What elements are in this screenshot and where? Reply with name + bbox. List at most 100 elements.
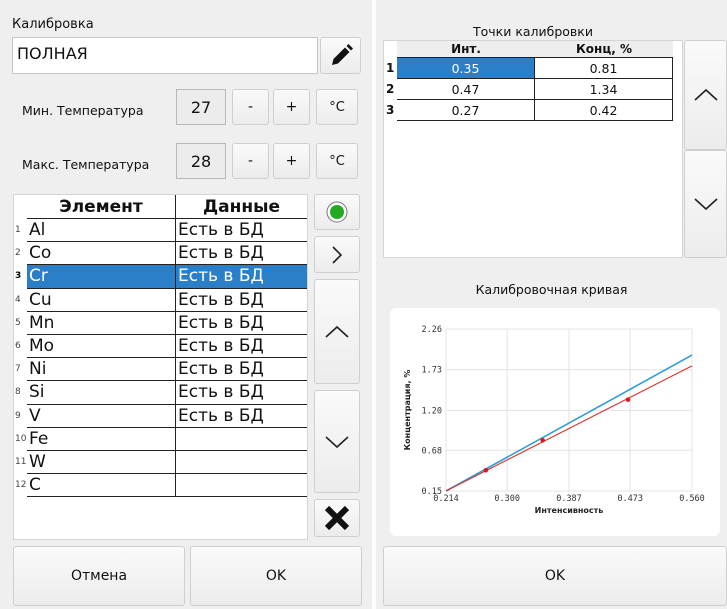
row-number: 7: [14, 358, 27, 382]
table-row[interactable]: 9 V Есть в БД: [14, 404, 307, 428]
element-cell: Co: [27, 242, 176, 266]
y-tick-label: 2.26: [422, 325, 442, 335]
scroll-down-button[interactable]: [314, 390, 360, 493]
data-point: [625, 397, 631, 402]
row-number: 1: [386, 61, 395, 75]
data-cell: Есть в БД: [176, 219, 307, 243]
y-tick-label: 0.15: [422, 487, 442, 497]
table-row[interactable]: 2 0.47 1.34: [384, 79, 682, 100]
data-cell: Есть в БД: [176, 405, 307, 428]
x-tick-label: 0.473: [617, 494, 643, 504]
element-cell: V: [27, 404, 176, 428]
conc-cell: 0.81: [535, 58, 673, 79]
row-number: 1: [14, 219, 27, 243]
header-data: Данные: [176, 195, 307, 219]
data-cell: Есть в БД: [176, 242, 307, 266]
element-cell: Cr: [27, 265, 176, 289]
row-number: 6: [14, 335, 27, 359]
calibration-points-table[interactable]: Инт. Конц, % 1 0.35 0.81 2 0.47 1.34 3 0.27 0.42: [383, 40, 683, 258]
status-button[interactable]: [314, 194, 360, 230]
data-cell: Есть в БД: [176, 335, 307, 359]
calibration-label: Калибровка: [12, 17, 94, 32]
ok-button-right[interactable]: OK: [383, 546, 727, 606]
min-temp-label: Мин. Температура: [22, 103, 144, 118]
data-cell: Есть в БД: [176, 381, 307, 405]
data-point: [540, 438, 545, 443]
row-number: 4: [14, 288, 27, 312]
max-temp-unit-button[interactable]: °C: [316, 143, 358, 179]
data-cell: Есть в БД: [176, 289, 307, 312]
ok-button-left[interactable]: OK: [190, 546, 362, 606]
data-cell: Есть в БД: [176, 312, 307, 335]
table-row[interactable]: 10 Fe: [14, 427, 307, 451]
chevron-down-icon: [325, 435, 349, 448]
table-row[interactable]: 12 C: [14, 474, 307, 498]
row-number: 12: [14, 474, 27, 498]
y-tick-label: 0.68: [422, 446, 442, 456]
min-temp-value: 27: [176, 89, 226, 125]
element-cell: C: [27, 474, 176, 498]
row-number: 3: [14, 265, 27, 289]
next-button[interactable]: [314, 236, 360, 273]
element-cell: Mo: [27, 335, 176, 359]
table-row[interactable]: 2 Co Есть в БД: [14, 242, 307, 266]
element-cell: Fe: [27, 427, 176, 451]
header-conc: Конц, %: [535, 41, 673, 58]
data-point: [483, 467, 489, 473]
table-row[interactable]: 1 Al Есть в БД: [14, 219, 307, 243]
chevron-right-icon: [332, 245, 343, 264]
pencil-icon: [331, 43, 353, 65]
data-cell: Есть в БД: [176, 358, 307, 382]
element-cell: W: [27, 451, 176, 475]
calibration-chart-svg: 0.214 0.300 0.387 0.473 0.5600.150.681.201.7…: [403, 325, 705, 515]
table-row[interactable]: 4 Cu Есть в БД: [14, 288, 307, 312]
table-row[interactable]: 8 Si Есть в БД: [14, 381, 307, 405]
int-cell: 0.47: [397, 79, 535, 100]
row-number: 5: [14, 311, 27, 335]
x-tick-label: 0.560: [679, 494, 705, 504]
points-scroll-up-button[interactable]: [684, 40, 727, 150]
table-row[interactable]: 7 Ni Есть в БД: [14, 358, 307, 382]
row-number: 11: [14, 451, 27, 475]
int-cell: 0.27: [397, 100, 535, 121]
min-temp-plus-button[interactable]: +: [273, 89, 310, 125]
table-row[interactable]: 6 Mo Есть в БД: [14, 335, 307, 359]
conc-cell: 1.34: [535, 79, 673, 100]
max-temp-label: Макс. Температура: [22, 157, 150, 172]
curve-title: Калибровочная кривая: [475, 282, 628, 297]
min-temp-unit-button[interactable]: °C: [316, 89, 358, 125]
scroll-up-button[interactable]: [314, 279, 360, 384]
row-number: 3: [386, 103, 395, 117]
points-title: Точки калибровки: [473, 24, 593, 39]
table-row[interactable]: 3 Cr Есть в БД: [14, 265, 307, 289]
cancel-button[interactable]: Отмена: [13, 546, 185, 606]
element-table-header: Элемент Данные: [14, 195, 307, 219]
max-temp-minus-button[interactable]: -: [232, 143, 269, 179]
chevron-up-icon: [325, 325, 349, 338]
calibration-chart: 0.214 0.300 0.387 0.473 0.560 0.15 0.68 1.20 1.7…: [390, 308, 720, 536]
y-tick-label: 1.73: [422, 366, 442, 376]
max-temp-plus-button[interactable]: +: [273, 143, 310, 179]
data-cell: Есть в БД: [176, 265, 307, 289]
table-row[interactable]: 11 W: [14, 451, 307, 475]
header-element: Элемент: [27, 195, 176, 219]
row-number: 10: [14, 427, 27, 451]
element-cell: Si: [27, 381, 176, 405]
min-temp-minus-button[interactable]: -: [232, 89, 269, 125]
x-axis-label: Интенсивность: [535, 506, 604, 515]
x-tick-label: 0.387: [556, 494, 582, 504]
table-row[interactable]: 3 0.27 0.42: [384, 100, 682, 121]
calibration-field[interactable]: ПОЛНАЯ: [12, 37, 318, 74]
x-tick-label: 0.300: [494, 494, 520, 504]
row-number: 8: [14, 381, 27, 405]
int-cell: 0.35: [397, 58, 535, 79]
points-scroll-down-button[interactable]: [684, 150, 727, 258]
max-temp-value: 28: [176, 143, 226, 179]
table-row[interactable]: 1 0.35 0.81: [384, 58, 682, 79]
edit-calibration-button[interactable]: [320, 37, 361, 74]
data-cell: [176, 474, 307, 498]
table-row[interactable]: 5 Mn Есть в БД: [14, 311, 307, 335]
delete-button[interactable]: [314, 499, 360, 537]
element-cell: Mn: [27, 311, 176, 335]
element-table[interactable]: Элемент Данные 1 Al Есть в БД 2 Co Есть в БД 3…: [13, 194, 308, 540]
